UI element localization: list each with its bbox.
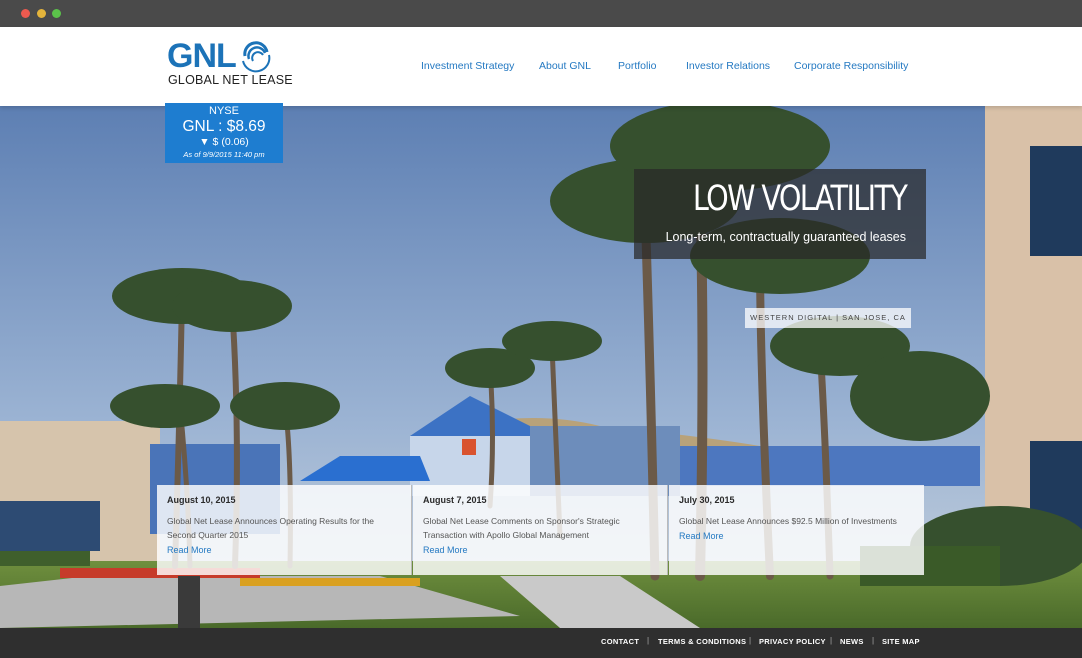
news-date: August 7, 2015 xyxy=(423,495,487,505)
nav-investor-relations[interactable]: Investor Relations xyxy=(686,60,770,72)
footer-separator: | xyxy=(872,636,875,645)
site-footer: CONTACT | TERMS & CONDITIONS | PRIVACY P… xyxy=(0,628,1082,658)
hero-headline-box: LOW VOLATILITY Long-term, contractually … xyxy=(634,169,926,259)
footer-link-contact[interactable]: CONTACT xyxy=(601,637,639,646)
hero-headline: LOW VOLATILITY xyxy=(692,179,908,219)
ticker-price: GNL : $8.69 xyxy=(182,118,266,135)
stock-ticker[interactable]: NYSE GNL : $8.69 ▼ $ (0.06) As of 9/9/20… xyxy=(165,103,283,163)
nav-portfolio[interactable]: Portfolio xyxy=(618,60,657,72)
news-card: August 7, 2015 Global Net Lease Comments… xyxy=(413,485,668,575)
news-strip: August 10, 2015 Global Net Lease Announc… xyxy=(157,485,925,575)
news-card: August 10, 2015 Global Net Lease Announc… xyxy=(157,485,412,575)
main-nav: Investment Strategy About GNL Portfolio … xyxy=(0,60,1082,74)
news-date: July 30, 2015 xyxy=(679,495,735,505)
hero-subheadline: Long-term, contractually guaranteed leas… xyxy=(665,230,906,244)
nav-investment-strategy[interactable]: Investment Strategy xyxy=(421,60,514,72)
logo-subtitle: GLOBAL NET LEASE xyxy=(168,73,293,87)
footer-separator: | xyxy=(749,636,752,645)
photo-caption: WESTERN DIGITAL | SAN JOSE, CA xyxy=(745,308,911,328)
footer-link-news[interactable]: NEWS xyxy=(840,637,864,646)
footer-separator: | xyxy=(830,636,833,645)
read-more-link[interactable]: Read More xyxy=(167,545,401,555)
news-title: Global Net Lease Comments on Sponsor's S… xyxy=(423,516,620,540)
ticker-exchange: NYSE xyxy=(209,105,239,117)
site-header: GNL GLOBAL NET LEASE Investment Strategy… xyxy=(0,27,1082,106)
footer-separator: | xyxy=(647,636,650,645)
nav-about-gnl[interactable]: About GNL xyxy=(539,60,591,72)
read-more-link[interactable]: Read More xyxy=(423,545,657,555)
read-more-link[interactable]: Read More xyxy=(679,531,914,541)
ticker-change: ▼ $ (0.06) xyxy=(199,136,249,148)
window-minimize-dot-icon[interactable] xyxy=(37,9,46,18)
window-close-dot-icon[interactable] xyxy=(21,9,30,18)
footer-link-terms[interactable]: TERMS & CONDITIONS xyxy=(658,637,746,646)
browser-title-bar xyxy=(0,0,1082,27)
footer-link-sitemap[interactable]: SITE MAP xyxy=(882,637,920,646)
news-date: August 10, 2015 xyxy=(167,495,236,505)
window-maximize-dot-icon[interactable] xyxy=(52,9,61,18)
news-card: July 30, 2015 Global Net Lease Announces… xyxy=(669,485,924,575)
ticker-timestamp: As of 9/9/2015 11:40 pm xyxy=(183,150,265,159)
footer-link-privacy[interactable]: PRIVACY POLICY xyxy=(759,637,826,646)
news-title: Global Net Lease Announces Operating Res… xyxy=(167,516,374,540)
nav-corporate-responsibility[interactable]: Corporate Responsibility xyxy=(794,60,908,72)
